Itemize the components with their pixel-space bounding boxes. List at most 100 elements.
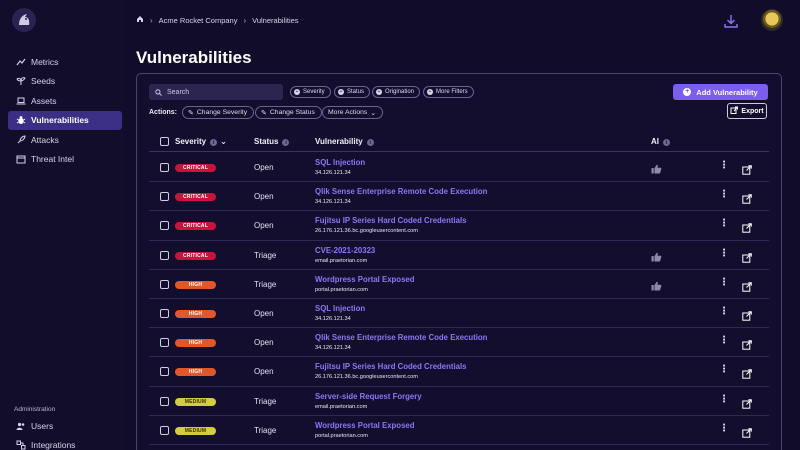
sidebar-item-label: Vulnerabilities xyxy=(31,115,89,125)
header-severity[interactable]: Severity i ⌄ xyxy=(175,137,227,147)
main-nav: Metrics Seeds Assets Vulnerabilities Att… xyxy=(8,52,122,169)
vulnerability-link[interactable]: Server-side Request Forgery xyxy=(315,392,422,401)
table-row[interactable]: CRITICAL Triage CVE-2021-20323 email.praeto… xyxy=(149,241,769,270)
row-checkbox[interactable] xyxy=(160,338,169,348)
more-vertical-icon[interactable]: ⋮ xyxy=(719,277,729,288)
sidebar-item-users[interactable]: Users xyxy=(8,416,122,435)
sidebar-item-vulnerabilities[interactable]: Vulnerabilities xyxy=(8,110,122,130)
header-status[interactable]: Status i xyxy=(254,137,290,147)
filter-label: Status xyxy=(347,89,365,95)
change-status-button[interactable]: ✎ Change Status xyxy=(255,106,322,119)
more-vertical-icon[interactable]: ⋮ xyxy=(719,336,729,346)
more-vertical-icon[interactable]: ⋮ xyxy=(719,161,729,171)
table-row[interactable]: CRITICAL Open SQL Injection 34.126.121.34 ⋮ xyxy=(149,153,769,183)
download-button[interactable] xyxy=(721,11,741,31)
sidebar-item-metrics[interactable]: Metrics xyxy=(8,52,122,71)
row-checkbox[interactable] xyxy=(160,279,169,289)
more-vertical-icon[interactable]: ⋮ xyxy=(719,394,729,405)
export-icon xyxy=(730,106,739,116)
table-row[interactable]: MEDIUM Triage Wordpress Portal Exposed port… xyxy=(149,416,769,445)
sidebar-item-threat-intel[interactable]: Threat Intel xyxy=(8,150,122,169)
change-severity-label: Change Severity xyxy=(196,109,248,116)
sidebar: Metrics Seeds Assets Vulnerabilities Att… xyxy=(0,0,124,450)
table-row[interactable]: HIGH Open Fujitsu IP Series Hard Coded Cre… xyxy=(149,357,769,387)
select-all-checkbox[interactable] xyxy=(160,137,169,146)
sidebar-item-attacks[interactable]: Attacks xyxy=(8,130,122,149)
vulnerability-link[interactable]: SQL Injection xyxy=(315,304,365,313)
severity-badge: MEDIUM xyxy=(175,426,216,435)
more-vertical-icon[interactable]: ⋮ xyxy=(719,190,729,200)
breadcrumb-org[interactable]: Acme Rocket Company xyxy=(159,16,238,25)
row-checkbox[interactable] xyxy=(160,425,169,435)
filter-status[interactable]: + Status xyxy=(334,86,371,98)
open-external-icon[interactable] xyxy=(742,425,752,443)
row-checkbox[interactable] xyxy=(160,163,169,172)
search-icon xyxy=(155,88,162,96)
table-row[interactable]: HIGH Open SQL Injection 34.126.121.34 ⋮ xyxy=(149,299,769,329)
table-row[interactable]: HIGH Open Qlik Sense Enterprise Remote Cod… xyxy=(149,328,769,358)
add-vulnerability-button[interactable]: + Add Vulnerability xyxy=(673,84,768,100)
search-input[interactable]: Search xyxy=(149,84,283,100)
row-checkbox[interactable] xyxy=(160,367,169,377)
sidebar-item-assets[interactable]: Assets xyxy=(8,91,122,110)
more-vertical-icon[interactable]: ⋮ xyxy=(719,219,729,229)
pencil-icon: ✎ xyxy=(261,109,267,117)
open-external-icon[interactable] xyxy=(742,337,752,355)
more-vertical-icon[interactable]: ⋮ xyxy=(719,306,729,317)
filter-severity[interactable]: + Severity xyxy=(290,86,331,98)
vulnerability-link[interactable]: SQL Injection xyxy=(315,158,365,167)
open-external-icon[interactable] xyxy=(742,366,752,384)
change-severity-button[interactable]: ✎ Change Severity xyxy=(182,106,255,119)
download-icon xyxy=(724,15,738,28)
sidebar-item-label: Metrics xyxy=(31,56,59,67)
status-text: Triage xyxy=(254,279,277,289)
avatar[interactable] xyxy=(761,9,783,31)
thumbs-up-icon[interactable] xyxy=(651,161,662,179)
more-actions-dropdown[interactable]: More Actions ⌄ xyxy=(322,106,384,119)
severity-badge: HIGH xyxy=(175,368,216,377)
open-external-icon[interactable] xyxy=(742,308,752,326)
open-external-icon[interactable] xyxy=(742,191,752,209)
home-icon[interactable] xyxy=(136,15,144,25)
table-row[interactable]: CRITICAL Open Qlik Sense Enterprise Remote… xyxy=(149,182,769,212)
thumbs-up-icon[interactable] xyxy=(651,249,662,267)
row-checkbox[interactable] xyxy=(160,221,169,231)
open-external-icon[interactable] xyxy=(742,220,752,238)
row-checkbox[interactable] xyxy=(160,192,169,202)
sidebar-item-seeds[interactable]: Seeds xyxy=(8,72,122,91)
open-external-icon[interactable] xyxy=(742,279,752,297)
table-row[interactable]: MEDIUM Triage Server-side Request Forgery e… xyxy=(149,387,769,416)
chevron-right-icon: › xyxy=(243,15,247,25)
open-external-icon[interactable] xyxy=(742,250,752,268)
vulnerability-link[interactable]: Fujitsu IP Series Hard Coded Credentials xyxy=(315,216,467,225)
row-checkbox[interactable] xyxy=(160,308,169,318)
filter-origination[interactable]: + Origination xyxy=(372,86,421,98)
row-checkbox-wrap xyxy=(160,163,169,172)
header-ai[interactable]: AI i xyxy=(651,137,670,147)
row-checkbox-wrap xyxy=(160,338,169,348)
row-checkbox[interactable] xyxy=(160,396,169,406)
vulnerability-link[interactable]: Fujitsu IP Series Hard Coded Credentials xyxy=(315,362,467,371)
header-vulnerability[interactable]: Vulnerability i xyxy=(315,137,374,147)
vulnerability-link[interactable]: Wordpress Portal Exposed xyxy=(315,275,415,284)
laptop-icon xyxy=(16,96,26,106)
more-vertical-icon[interactable]: ⋮ xyxy=(719,365,729,375)
table-row[interactable]: CRITICAL Open Fujitsu IP Series Hard Coded… xyxy=(149,211,769,241)
export-button[interactable]: Export xyxy=(727,103,767,119)
vulnerability-link[interactable]: Wordpress Portal Exposed xyxy=(315,421,415,430)
more-vertical-icon[interactable]: ⋮ xyxy=(719,248,729,259)
vulnerability-link[interactable]: CVE-2021-20323 xyxy=(315,246,375,255)
vulnerability-link[interactable]: Qlik Sense Enterprise Remote Code Execut… xyxy=(315,187,487,196)
vulnerabilities-panel: Search + Severity + Status + Origination + M… xyxy=(136,73,782,450)
open-external-icon[interactable] xyxy=(742,396,752,414)
more-vertical-icon[interactable]: ⋮ xyxy=(719,423,729,434)
vulnerability-host: email.praetorian.com xyxy=(315,257,368,264)
table-row[interactable]: HIGH Triage Wordpress Portal Exposed portal… xyxy=(149,270,769,299)
vulnerability-link[interactable]: Qlik Sense Enterprise Remote Code Execut… xyxy=(315,333,487,342)
app-logo[interactable] xyxy=(12,8,36,32)
open-external-icon[interactable] xyxy=(742,162,752,180)
thumbs-up-icon[interactable] xyxy=(651,278,662,296)
row-checkbox[interactable] xyxy=(160,250,169,260)
sidebar-item-integrations[interactable]: Integrations xyxy=(8,436,122,450)
filter-more[interactable]: + More Filters xyxy=(423,86,474,98)
